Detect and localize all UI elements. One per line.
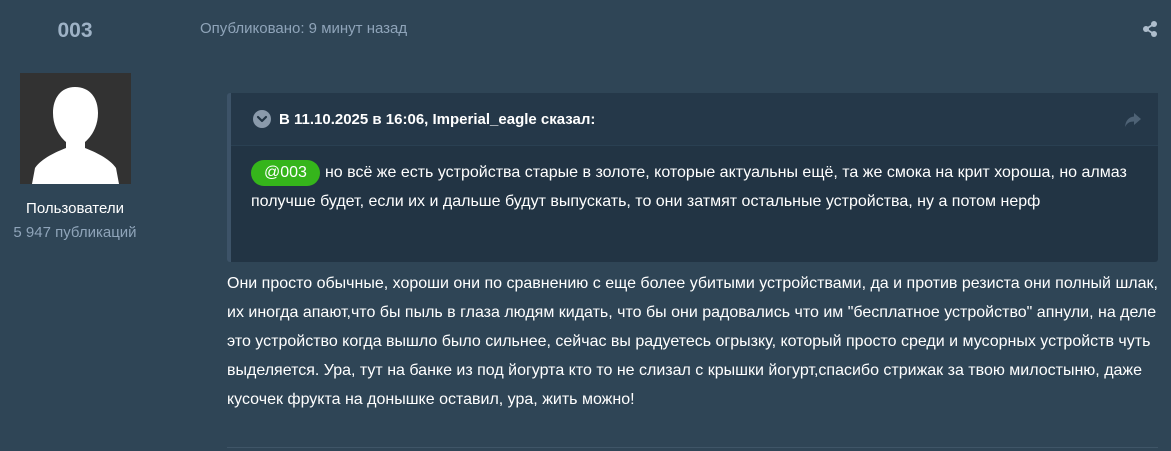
quote-message: но всё же есть устройства старые в золот… xyxy=(251,164,1127,210)
author-panel: 003 Пользователи 5 947 публикаций xyxy=(0,0,150,451)
share-icon[interactable] xyxy=(1141,20,1159,38)
quote-citation: В 11.10.2025 в 16:06, Imperial_eagle ска… xyxy=(279,111,595,128)
post-content: Они просто обычные, хороши они по сравне… xyxy=(227,275,1158,408)
quote-text: @003 но всё же есть устройства старые в з… xyxy=(251,158,1141,216)
user-silhouette-icon xyxy=(20,73,131,184)
author-username[interactable]: 003 xyxy=(0,19,150,43)
quote-author-link[interactable]: Imperial_eagle xyxy=(433,111,537,128)
author-post-count: 5 947 публикаций xyxy=(13,224,137,241)
quote-date: В 11.10.2025 в 16:06, xyxy=(279,111,433,128)
user-mention[interactable]: @003 xyxy=(251,160,320,186)
forum-post: 003 Пользователи 5 947 публикаций Опубли… xyxy=(0,0,1171,451)
share-arrow-icon[interactable] xyxy=(1124,112,1142,128)
quote-said-label: сказал: xyxy=(536,111,596,128)
quote-header: В 11.10.2025 в 16:06, Imperial_eagle ска… xyxy=(231,93,1158,146)
author-group: Пользователи xyxy=(26,200,124,217)
author-avatar[interactable] xyxy=(20,73,131,184)
post-divider xyxy=(227,447,1158,448)
quote-block: В 11.10.2025 в 16:06, Imperial_eagle ска… xyxy=(227,93,1158,262)
chevron-down-icon[interactable] xyxy=(253,110,271,128)
post-published-date[interactable]: Опубликовано: 9 минут назад xyxy=(200,20,407,37)
